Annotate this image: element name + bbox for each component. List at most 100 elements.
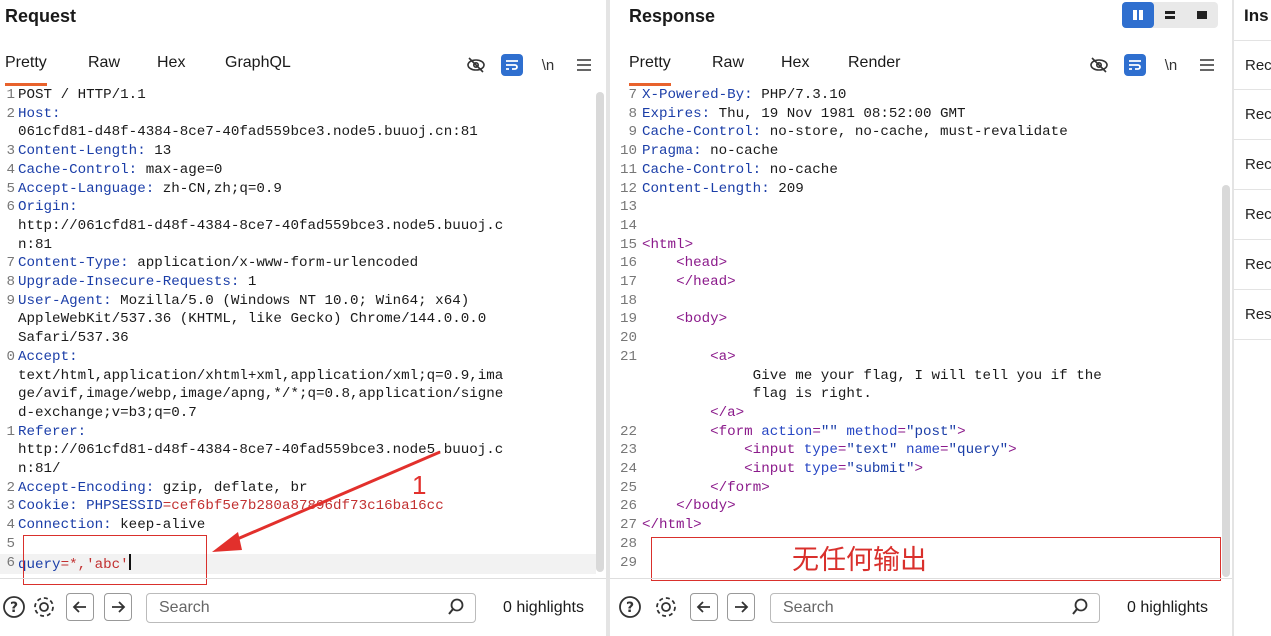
line-number bbox=[610, 367, 640, 386]
line-number: 7 bbox=[628, 87, 637, 103]
help-icon[interactable]: ? bbox=[616, 593, 644, 621]
code-line: 17 </head> bbox=[610, 273, 1220, 292]
code-text: <html> bbox=[640, 236, 693, 255]
eye-off-icon[interactable] bbox=[1088, 54, 1110, 76]
code-text: </body> bbox=[640, 497, 736, 516]
html-tag: </html> bbox=[642, 517, 702, 534]
code-text: Expires: Thu, 19 Nov 1981 08:52:00 GMT bbox=[642, 105, 966, 122]
code-text: Give me your flag, I will tell you if th… bbox=[642, 367, 1102, 384]
line-number: 10 bbox=[619, 143, 637, 160]
attr-value: "text" bbox=[846, 442, 898, 459]
code-line: 11 Cache-Control: no-cache bbox=[610, 161, 1220, 180]
attr-value: "" bbox=[820, 423, 838, 440]
html-tag: <a> bbox=[710, 348, 736, 365]
code-text: Cache-Control: no-store, no-cache, must-… bbox=[642, 124, 1068, 141]
tab-raw[interactable]: Raw bbox=[712, 52, 744, 86]
code-line: 13 bbox=[610, 198, 1220, 217]
line-number: 25 bbox=[619, 479, 637, 496]
code-text: <body> bbox=[640, 310, 727, 329]
line-number: 22 bbox=[619, 423, 637, 440]
code-line: 21 <a> bbox=[610, 348, 1220, 367]
code-text: </form> bbox=[640, 479, 770, 498]
header-name: Cache-Control: bbox=[642, 161, 762, 178]
response-editor[interactable]: 7 X-Powered-By: PHP/7.3.10 8 Expires: Thu, … bbox=[610, 86, 1220, 578]
line-number: 24 bbox=[619, 461, 637, 478]
code-text: <form action="" method="post"> bbox=[640, 423, 966, 442]
line-number: 19 bbox=[619, 311, 637, 328]
html-tag: </body> bbox=[676, 498, 736, 515]
code-text: Content-Length: 209 bbox=[642, 180, 804, 197]
inspector-title: Ins bbox=[1244, 6, 1269, 25]
back-arrow-icon[interactable] bbox=[690, 593, 718, 621]
response-search-input[interactable] bbox=[783, 599, 1043, 617]
code-text: <a> bbox=[640, 348, 736, 367]
code-text: X-Powered-By: PHP/7.3.10 bbox=[642, 87, 847, 103]
line-number: 15 bbox=[619, 236, 637, 253]
inspector-row[interactable]: Rec bbox=[1234, 90, 1271, 140]
code-line: 8 Expires: Thu, 19 Nov 1981 08:52:00 GMT bbox=[610, 105, 1220, 124]
line-number: 28 bbox=[619, 535, 637, 552]
html-tag: > bbox=[1008, 442, 1017, 459]
html-tag: <body> bbox=[676, 311, 728, 328]
layout-side-by-side-icon[interactable] bbox=[1122, 2, 1154, 28]
code-line: 7 X-Powered-By: PHP/7.3.10 bbox=[610, 86, 1220, 105]
hamburger-icon[interactable] bbox=[1196, 54, 1218, 76]
inspector-row[interactable]: Res bbox=[1234, 290, 1271, 340]
html-tag: <input bbox=[744, 442, 804, 459]
svg-text:?: ? bbox=[626, 600, 634, 616]
code-text: Cache-Control: no-cache bbox=[642, 161, 838, 178]
code-line: 26 </body> bbox=[610, 497, 1220, 516]
code-line: </a> bbox=[610, 404, 1220, 423]
line-number: 17 bbox=[619, 274, 637, 291]
line-number: 26 bbox=[619, 498, 637, 515]
attr-value: "query" bbox=[948, 442, 1009, 459]
attr-name: name bbox=[897, 442, 941, 459]
response-search[interactable] bbox=[770, 593, 1100, 623]
line-number: 11 bbox=[619, 161, 637, 178]
response-panel: Response Pretty Raw Hex Render \n 7 X-Pow… bbox=[610, 0, 1232, 636]
code-line: 9 Cache-Control: no-store, no-cache, must… bbox=[610, 123, 1220, 142]
html-tag: > bbox=[957, 423, 966, 440]
tab-render[interactable]: Render bbox=[848, 52, 900, 86]
code-line: 10 Pragma: no-cache bbox=[610, 142, 1220, 161]
tab-hex[interactable]: Hex bbox=[781, 52, 809, 86]
response-scrollbar[interactable] bbox=[1222, 185, 1230, 577]
html-tag: > bbox=[914, 461, 923, 478]
search-icon[interactable] bbox=[1071, 598, 1089, 621]
html-tag: <html> bbox=[642, 236, 694, 253]
inspector-row[interactable]: Rec bbox=[1234, 140, 1271, 190]
code-line: 27 </html> bbox=[610, 516, 1220, 535]
code-line: 15 <html> bbox=[610, 236, 1220, 255]
html-tag: = bbox=[897, 423, 906, 440]
response-toolbar: \n bbox=[1088, 54, 1218, 76]
line-number: 14 bbox=[619, 217, 637, 234]
html-tag: <form bbox=[710, 423, 762, 440]
annotation-number: 1 bbox=[412, 470, 427, 500]
inspector-row[interactable]: Rec bbox=[1234, 40, 1271, 90]
layout-tabs-icon[interactable] bbox=[1186, 2, 1218, 28]
line-number bbox=[610, 385, 640, 404]
header-name: Cache-Control: bbox=[642, 124, 762, 141]
inspector-panel: Ins Rec Rec Rec Rec Rec Res bbox=[1234, 0, 1271, 636]
inspector-row[interactable]: Rec bbox=[1234, 190, 1271, 240]
response-footer: ? 0 highlights bbox=[610, 578, 1232, 636]
newline-toggle[interactable]: \n bbox=[1160, 54, 1182, 76]
layout-stacked-icon[interactable] bbox=[1154, 2, 1186, 28]
line-number bbox=[610, 404, 640, 423]
forward-arrow-icon[interactable] bbox=[727, 593, 755, 621]
annotation-box bbox=[651, 537, 1221, 581]
attr-value: "post" bbox=[905, 423, 958, 440]
layout-toggle bbox=[1122, 2, 1218, 28]
line-number: 8 bbox=[628, 105, 637, 122]
code-line: 14 bbox=[610, 217, 1220, 236]
code-line: 23 <input type="text" name="query"> bbox=[610, 441, 1220, 460]
tab-pretty[interactable]: Pretty bbox=[629, 52, 671, 86]
gear-icon[interactable] bbox=[652, 593, 680, 621]
inspector-row[interactable]: Rec bbox=[1234, 240, 1271, 290]
annotation-arrow bbox=[212, 450, 441, 552]
wrap-icon[interactable] bbox=[1124, 54, 1146, 76]
line-number: 20 bbox=[619, 330, 637, 347]
